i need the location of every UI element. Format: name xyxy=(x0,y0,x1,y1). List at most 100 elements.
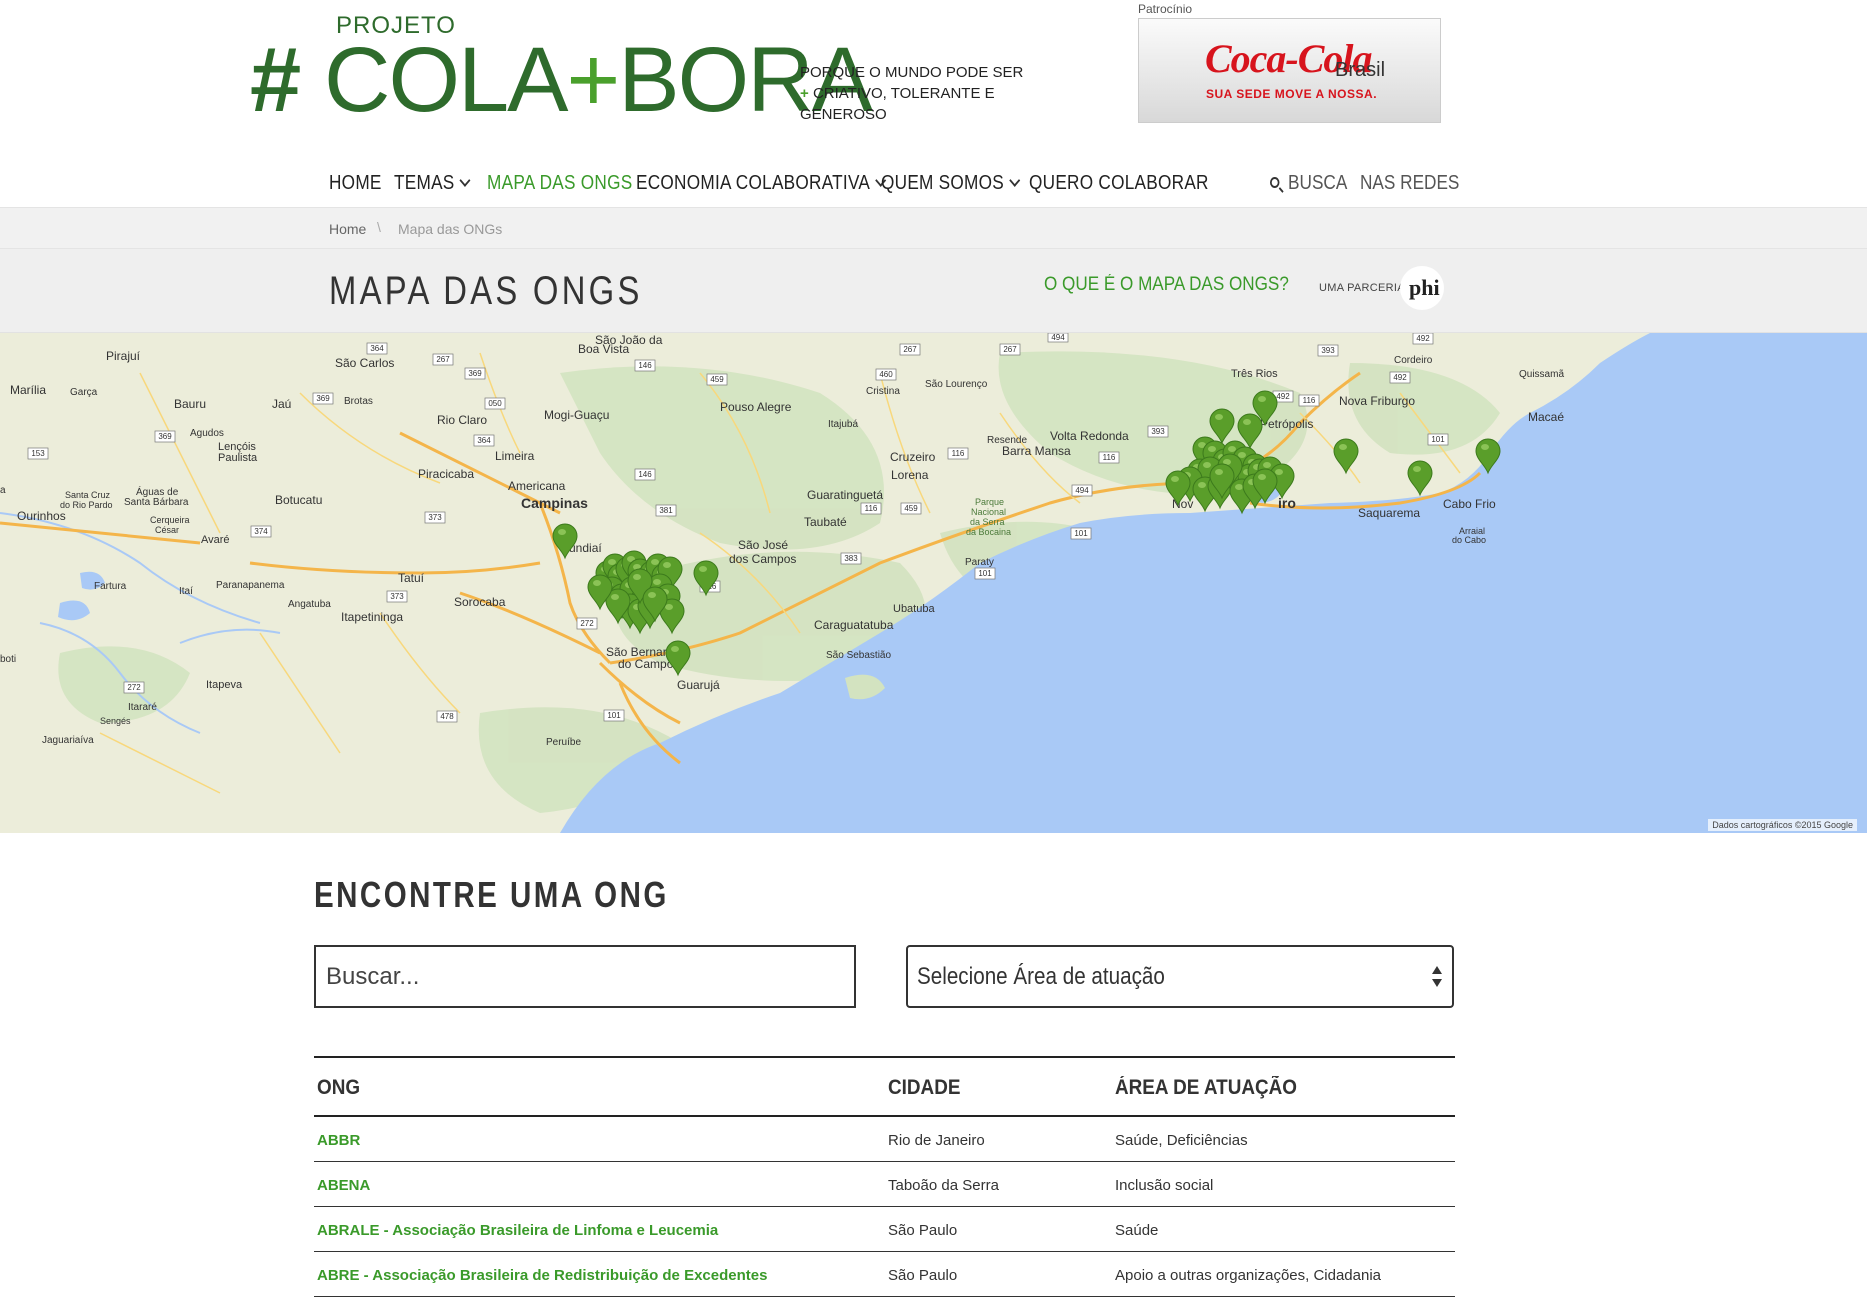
map-canvas[interactable]: 364 267 369 146 459 460 267 267 494 393 … xyxy=(0,333,1867,833)
map-city-label: Itapeva xyxy=(206,679,243,691)
logo-tagline: PORQUE O MUNDO PODE SER + CRIATIVO, TOLE… xyxy=(800,64,1024,123)
map-road-label: 272 xyxy=(127,683,141,692)
map-city-label: Lorena xyxy=(891,468,929,482)
map-city-label: Boa Vista xyxy=(578,342,629,356)
map-road-label: 369 xyxy=(316,394,330,403)
map-city-label: Marília xyxy=(10,383,46,397)
what-is-map-link[interactable]: O QUE É O MAPA DAS ONGS? xyxy=(1044,274,1289,296)
nav-item-quero-colaborar[interactable]: QUERO COLABORAR xyxy=(1029,172,1209,195)
ong-city: São Paulo xyxy=(888,1267,958,1284)
map-city-label: Itaí xyxy=(179,586,193,597)
map-road-label: 116 xyxy=(1303,396,1316,405)
nav-item-home[interactable]: HOME xyxy=(329,172,382,195)
map-city-label: do Cabo xyxy=(1452,535,1486,545)
map-city-label: Sengés xyxy=(100,716,131,726)
map-city-label: São Sebastião xyxy=(826,650,891,661)
map-city-label: Volta Redonda xyxy=(1050,429,1129,443)
ong-search-input[interactable] xyxy=(314,945,856,1008)
map-road-label: 146 xyxy=(638,470,652,479)
partner-label: UMA PARCERIA xyxy=(1319,282,1405,294)
nav-item-quem-somos[interactable]: QUEM SOMOS xyxy=(881,172,1021,195)
logo-hash-symbol: # xyxy=(250,29,301,131)
map-city-label: do Campo xyxy=(618,657,674,671)
map-city-label: Jaú xyxy=(272,397,291,411)
map-city-label: Taubaté xyxy=(804,515,847,529)
ong-city: Rio de Janeiro xyxy=(888,1132,985,1149)
map-road-label: 267 xyxy=(903,345,917,354)
map-city-label: Botucatu xyxy=(275,493,322,507)
area-of-activity-select[interactable]: Selecione Área de atuação xyxy=(906,945,1454,1008)
chevron-down-icon xyxy=(1009,174,1021,187)
ong-city: Taboão da Serra xyxy=(888,1177,999,1194)
map-road-label: 492 xyxy=(1393,373,1407,382)
map-road-label: 459 xyxy=(904,504,918,513)
breadcrumb-home[interactable]: Home xyxy=(329,221,366,237)
map-road-label: 478 xyxy=(440,712,454,721)
map-city-label: Paulista xyxy=(218,452,258,464)
search-icon xyxy=(1270,177,1280,188)
map-road-label: 050 xyxy=(488,399,502,408)
sponsor-banner[interactable]: Coca-Cola Brasil SUA SEDE MOVE A NOSSA. xyxy=(1138,18,1441,123)
map-road-label: 374 xyxy=(254,527,268,536)
map-city-label: Barra Mansa xyxy=(1002,444,1071,458)
map-road-label: 101 xyxy=(978,569,992,578)
map-road-label: 267 xyxy=(1003,345,1017,354)
map-city-label: Guarujá xyxy=(677,678,720,692)
projeto-colabora-logo[interactable]: PROJETO # COLA+BORA PORQUE O MUNDO PODE … xyxy=(250,8,1070,126)
column-header-cidade[interactable]: CIDADE xyxy=(888,1076,960,1100)
map-city-label: Itajubá xyxy=(828,419,858,430)
table-row: ABENA Taboão da Serra Inclusão social xyxy=(314,1162,1455,1207)
map-city-label: a xyxy=(0,485,6,496)
map-road-label: 272 xyxy=(580,619,594,628)
nav-social[interactable]: NAS REDES xyxy=(1360,172,1459,195)
table-header: ONG CIDADE ÁREA DE ATUAÇÃO xyxy=(314,1056,1455,1117)
map-city-label: Campinas xyxy=(521,495,588,511)
map-city-label: Sorocaba xyxy=(454,595,506,609)
map-city-label: Santa Bárbara xyxy=(124,497,189,508)
map-city-label: Paraty xyxy=(965,557,994,568)
map-road-label: 460 xyxy=(879,370,893,379)
map-city-label: Limeira xyxy=(495,449,535,463)
map-city-label: Pouso Alegre xyxy=(720,400,792,414)
map-road-label: 116 xyxy=(1103,453,1116,462)
column-header-area[interactable]: ÁREA DE ATUAÇÃO xyxy=(1115,1076,1297,1100)
ong-link[interactable]: ABENA xyxy=(317,1177,370,1194)
map-city-label: boti xyxy=(0,654,16,665)
column-header-ong[interactable]: ONG xyxy=(317,1076,360,1100)
map-city-label: Piracicaba xyxy=(418,467,474,481)
map-road-label: 459 xyxy=(710,375,724,384)
map-city-label: Garça xyxy=(70,387,98,398)
ong-city: São Paulo xyxy=(888,1222,958,1239)
breadcrumb-current: Mapa das ONGs xyxy=(398,221,503,237)
map-city-label: iro xyxy=(1278,495,1296,511)
table-row: ABRE - Associação Brasileira de Redistri… xyxy=(314,1252,1455,1297)
nav-item-temas[interactable]: TEMAS xyxy=(394,172,471,195)
nav-search[interactable]: BUSCA xyxy=(1270,172,1347,195)
ong-link[interactable]: ABRE - Associação Brasileira de Redistri… xyxy=(317,1267,767,1284)
ongs-map[interactable]: 364 267 369 146 459 460 267 267 494 393 … xyxy=(0,333,1867,833)
map-city-label: Parque xyxy=(975,497,1004,507)
find-ong-title: ENCONTRE UMA ONG xyxy=(314,874,669,915)
map-road-label: 373 xyxy=(390,592,404,601)
table-row: ABRALE - Associação Brasileira de Linfom… xyxy=(314,1207,1455,1252)
map-road-label: 492 xyxy=(1416,334,1430,343)
breadcrumb-separator: \ xyxy=(377,219,381,235)
ong-link[interactable]: ABRALE - Associação Brasileira de Linfom… xyxy=(317,1222,718,1239)
map-city-label: Cerqueira xyxy=(150,515,190,525)
map-city-label: Itararé xyxy=(128,702,157,713)
map-road-label: 267 xyxy=(436,355,450,364)
map-road-label: 101 xyxy=(1074,529,1088,538)
map-city-label: Cruzeiro xyxy=(890,450,936,464)
map-city-label: César xyxy=(155,525,179,535)
map-road-label: 492 xyxy=(1276,392,1290,401)
ong-area: Apoio a outras organizações, Cidadania xyxy=(1115,1267,1382,1284)
map-city-label: Rio Claro xyxy=(437,413,487,427)
nav-item-mapa-das-ongs[interactable]: MAPA DAS ONGS xyxy=(487,172,632,195)
ong-link[interactable]: ABBR xyxy=(317,1132,360,1149)
page-title-band: MAPA DAS ONGS O QUE É O MAPA DAS ONGS? U… xyxy=(0,249,1867,333)
phi-partner-logo[interactable]: phi xyxy=(1400,266,1444,310)
map-road-label: 494 xyxy=(1051,333,1065,342)
sponsor-slogan: SUA SEDE MOVE A NOSSA. xyxy=(1206,87,1378,101)
map-city-label: Três Rios xyxy=(1231,368,1278,380)
nav-item-economia-colaborativa[interactable]: ECONOMIA COLABORATIVA xyxy=(636,172,887,195)
